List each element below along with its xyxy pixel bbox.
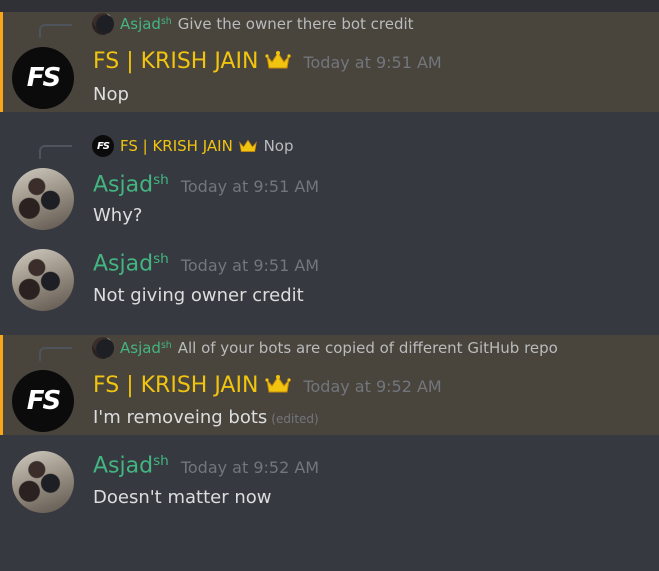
reply-author[interactable]: Asjadsh (120, 339, 172, 357)
message-header: Asjadsh Today at 9:51 AM (93, 251, 319, 277)
message-header: Asjadsh Today at 9:51 AM (93, 172, 319, 198)
avatar-logo-text: FS (26, 386, 61, 416)
message-header: FS | KRISH JAIN Today at 9:51 AM (93, 49, 442, 74)
author-name[interactable]: FS | KRISH JAIN (93, 49, 292, 74)
message-text: Doesn't matter now (93, 487, 272, 508)
reply-text[interactable]: All of your bots are copied of different… (178, 339, 558, 357)
avatar[interactable]: FS (12, 370, 74, 432)
reply-spine (39, 24, 72, 38)
timestamp: Today at 9:52 AM (303, 377, 442, 396)
message-highlighted: Asjadsh Give the owner there bot credit … (0, 12, 659, 112)
reply-spine (39, 347, 72, 361)
message-highlighted: Asjadsh All of your bots are copied of d… (0, 335, 659, 435)
message-body: I'm removeing bots (93, 407, 268, 428)
message-header: Asjadsh Today at 9:52 AM (93, 453, 319, 479)
reply-avatar[interactable]: FS (92, 135, 114, 157)
message-text: Why? (93, 205, 143, 226)
reply-text[interactable]: Give the owner there bot credit (178, 15, 414, 33)
message: Asjadsh Today at 9:51 AM Not giving owne… (0, 245, 659, 315)
author-name[interactable]: Asjadsh (93, 172, 169, 198)
message-text: Nop (93, 84, 129, 105)
reply-author[interactable]: FS | KRISH JAIN (120, 137, 258, 155)
message-header: FS | KRISH JAIN Today at 9:52 AM (93, 373, 442, 398)
timestamp: Today at 9:51 AM (180, 255, 320, 275)
message-text: I'm removeing bots (edited) (93, 407, 319, 428)
reply-spine (39, 145, 72, 159)
timestamp: Today at 9:52 AM (180, 457, 320, 477)
channel-header-strip (0, 0, 659, 12)
reply-avatar[interactable] (92, 337, 114, 359)
crown-icon (238, 139, 257, 152)
message: Asjadsh Today at 9:52 AM Doesn't matter … (0, 447, 659, 522)
timestamp: Today at 9:51 AM (303, 53, 442, 72)
author-name[interactable]: Asjadsh (93, 251, 169, 277)
timestamp: Today at 9:51 AM (180, 176, 320, 196)
author-name[interactable]: FS | KRISH JAIN (93, 373, 292, 398)
reply-preview[interactable]: Asjadsh Give the owner there bot credit (92, 13, 414, 35)
edited-label: (edited) (271, 412, 319, 426)
avatar[interactable] (12, 249, 74, 311)
author-name[interactable]: Asjadsh (93, 453, 169, 479)
reply-preview[interactable]: FS FS | KRISH JAIN Nop (92, 135, 294, 157)
message: FS FS | KRISH JAIN Nop Asjadsh Today at … (0, 133, 659, 233)
crown-icon (265, 51, 292, 69)
avatar[interactable]: FS (12, 47, 74, 109)
reply-preview[interactable]: Asjadsh All of your bots are copied of d… (92, 337, 558, 359)
reply-avatar[interactable] (92, 13, 114, 35)
crown-icon (265, 375, 292, 393)
message-text: Not giving owner credit (93, 285, 304, 306)
avatar[interactable] (12, 168, 74, 230)
avatar[interactable] (12, 451, 74, 513)
reply-text[interactable]: Nop (264, 137, 294, 155)
reply-author[interactable]: Asjadsh (120, 15, 172, 33)
avatar-logo-text: FS (26, 63, 61, 93)
